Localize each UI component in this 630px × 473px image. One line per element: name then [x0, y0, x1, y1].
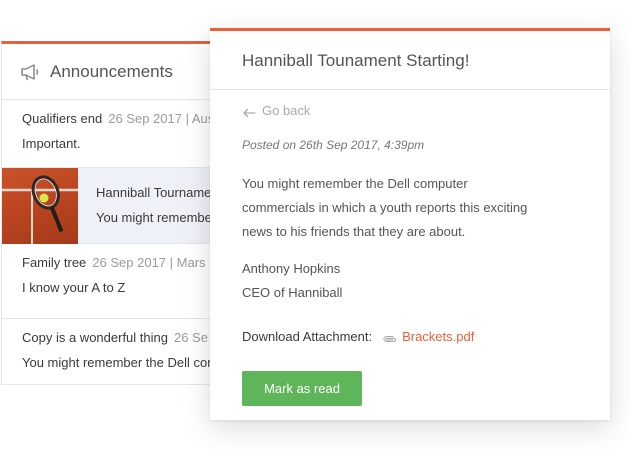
posted-date: Posted on 26th Sep 2017, 4:39pm — [242, 138, 425, 152]
signature: Anthony Hopkins CEO of Hanniball — [242, 257, 342, 305]
announcements-title: Announcements — [50, 61, 173, 81]
go-back-link[interactable]: Go back — [242, 103, 310, 118]
go-back-label: Go back — [262, 103, 311, 118]
mark-as-read-button[interactable]: Mark as read — [242, 371, 362, 406]
announcement-meta: 26 Sep 2017 | Aus — [108, 111, 215, 126]
announcement-meta: 26 Se — [173, 330, 208, 345]
body-line: news to his friends that they are about. — [242, 224, 466, 239]
download-label: Download Attachment: — [242, 329, 373, 344]
announcement-title: Qualifiers end — [22, 111, 103, 126]
tennis-racket-thumbnail — [2, 168, 78, 244]
announcement-title: Family tree — [22, 255, 87, 270]
signature-name: Anthony Hopkins — [242, 261, 341, 276]
body-line: commercials in which a youth reports thi… — [242, 200, 528, 215]
announcement-detail-card: Hanniball Tounament Starting! Go back Po… — [210, 28, 610, 420]
megaphone-icon — [20, 63, 42, 81]
announcement-meta: 26 Sep 2017 | Mars — [92, 255, 206, 270]
paperclip-icon — [382, 332, 398, 342]
announcement-title: Hanniball Tourname — [96, 185, 212, 200]
attachment-link[interactable]: Brackets.pdf — [402, 329, 474, 344]
body-line: You might remember the Dell computer — [242, 176, 468, 191]
detail-title: Hanniball Tounament Starting! — [210, 31, 610, 90]
detail-body: You might remember the Dell computer com… — [242, 172, 582, 244]
download-attachment: Download Attachment: Brackets.pdf — [242, 329, 474, 344]
announcement-snippet: You might remembe — [96, 210, 212, 225]
arrow-left-icon — [242, 106, 256, 117]
signature-title: CEO of Hanniball — [242, 285, 343, 300]
announcement-title: Copy is a wonderful thing — [22, 330, 168, 345]
